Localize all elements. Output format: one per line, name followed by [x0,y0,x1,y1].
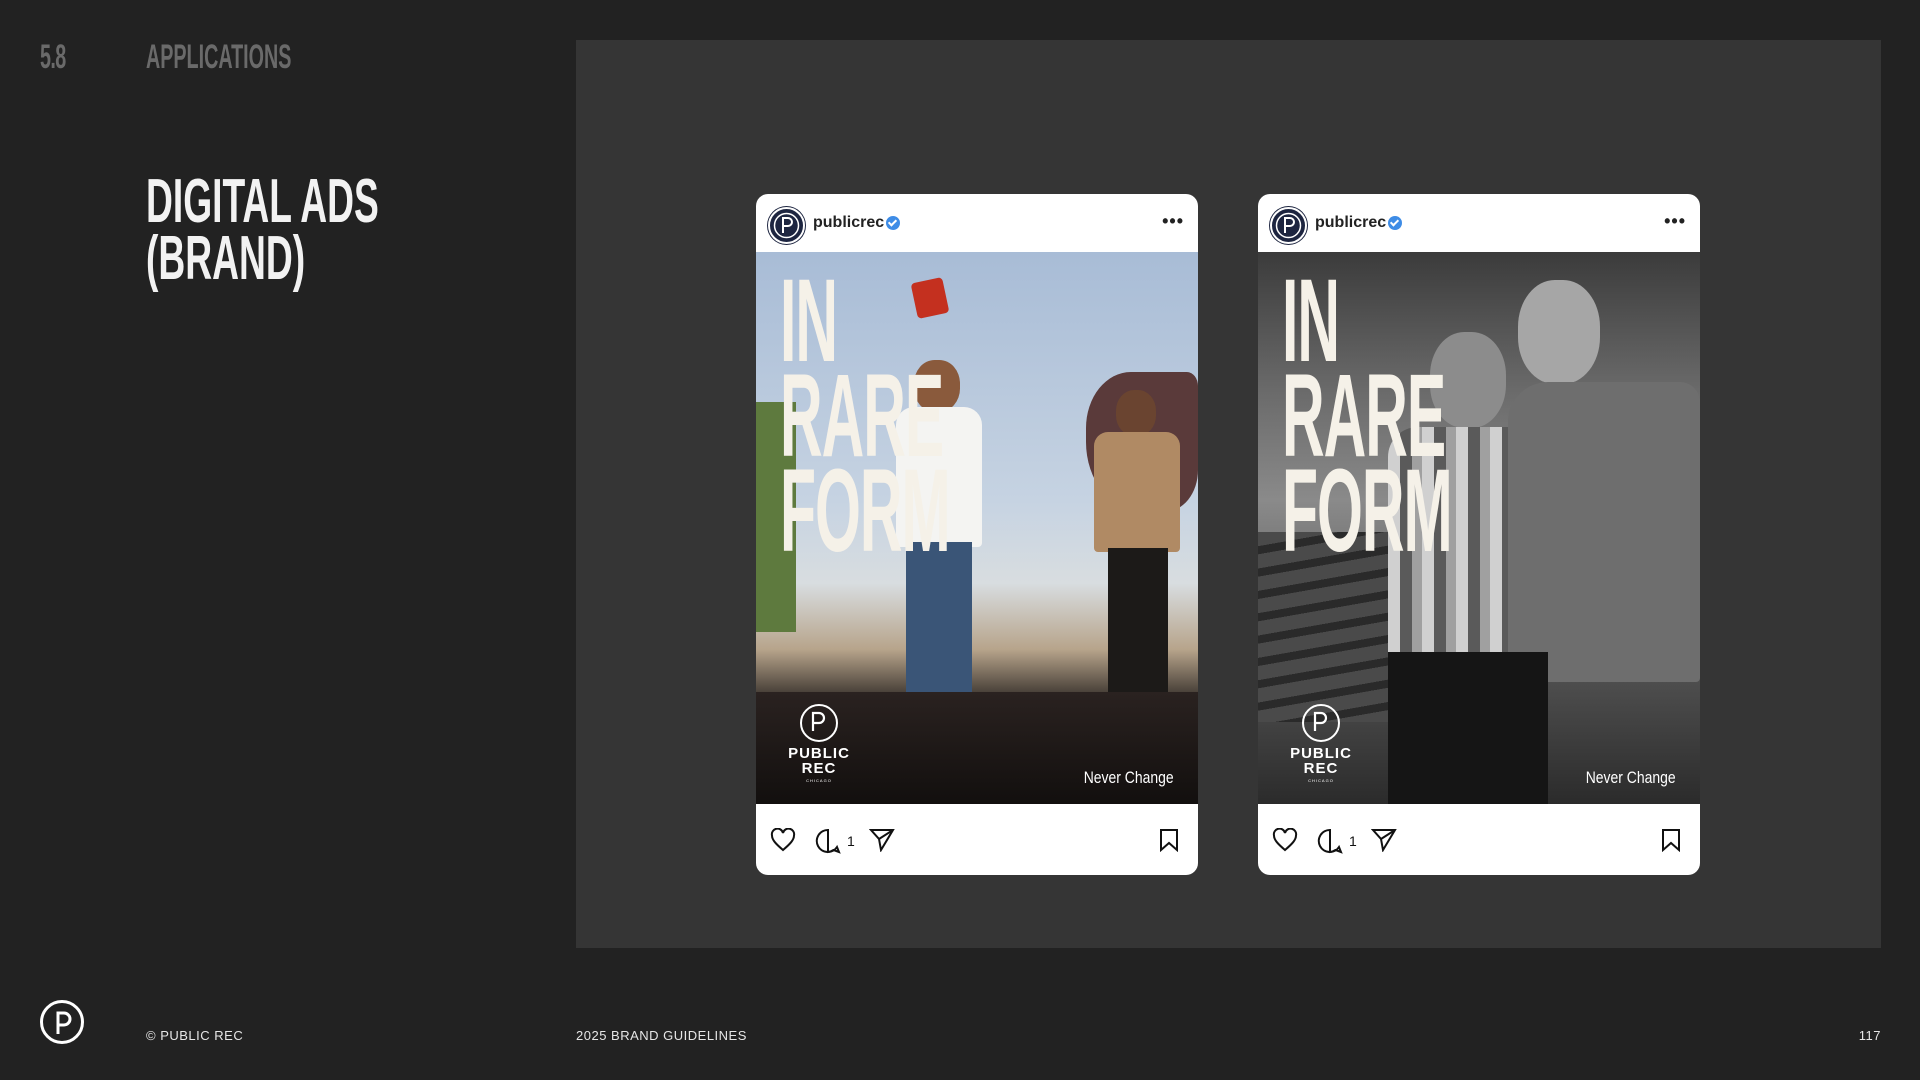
p-logo-icon [773,212,800,239]
share-icon[interactable] [869,828,895,852]
brand-word: PUBLIC [788,745,850,762]
post-header: publicrec ••• [756,194,1198,252]
account-handle[interactable]: publicrec [1315,214,1386,232]
heart-icon[interactable] [770,828,796,852]
brand-word: REC [1303,760,1339,777]
verified-icon [886,216,900,230]
comment-count: 1 [847,833,855,849]
brand-word: PUBLIC [1290,745,1352,762]
ad-headline: IN RARE FORM [780,262,951,577]
post-actions: 1 [1258,804,1700,875]
post-actions: 1 [756,804,1198,875]
brand-logo: PUBLIC REC CHICAGO [774,704,864,783]
more-icon[interactable]: ••• [1162,211,1184,232]
avatar[interactable] [1270,207,1307,244]
person-2-pants [1108,548,1168,708]
ad-tagline: Never Change [1586,768,1676,787]
footer-doc-title: 2025 BRAND GUIDELINES [576,1028,747,1043]
comment-count: 1 [1349,833,1357,849]
comment-icon[interactable] [1317,828,1343,854]
person-2-head [1116,390,1156,436]
p-logo-icon [1275,212,1302,239]
brand-logo: PUBLIC REC CHICAGO [1276,704,1366,783]
instagram-post-1: publicrec ••• IN RARE FORM PUBLIC REC CH… [756,194,1198,875]
ad-photo: IN RARE FORM PUBLIC REC CHICAGO Never Ch… [1258,252,1700,804]
ad-headline-line: FORM [780,445,951,577]
p-logo-icon [800,704,838,742]
page-heading-line-1: DIGITAL ADS [146,167,379,236]
ad-headline-line: FORM [1282,445,1453,577]
page-heading: DIGITAL ADS (BRAND) [146,167,379,293]
person-pants [1388,652,1548,804]
instagram-post-2: publicrec ••• IN RARE FORM PUBLIC REC CH… [1258,194,1700,875]
avatar[interactable] [768,207,805,244]
account-handle[interactable]: publicrec [813,214,884,232]
footer-copyright: © PUBLIC REC [146,1028,244,1043]
ad-headline: IN RARE FORM [1282,262,1453,577]
person-2-shirt [1508,382,1700,682]
page-number: 117 [1858,1028,1881,1043]
post-header: publicrec ••• [1258,194,1700,252]
section-title: APPLICATIONS [146,38,292,76]
bookmark-icon[interactable] [1158,828,1180,852]
more-icon[interactable]: ••• [1664,211,1686,232]
person-2-head [1518,280,1600,384]
footer-logo [40,1000,84,1044]
heart-icon[interactable] [1272,828,1298,852]
bookmark-icon[interactable] [1660,828,1682,852]
p-logo-icon [1302,704,1340,742]
page-heading-line-2: (BRAND) [146,224,306,293]
brand-word: REC [801,760,837,777]
ad-showcase-panel: publicrec ••• IN RARE FORM PUBLIC REC CH… [576,40,1881,948]
comment-icon[interactable] [815,828,841,854]
ad-photo: IN RARE FORM PUBLIC REC CHICAGO Never Ch… [756,252,1198,804]
verified-icon [1388,216,1402,230]
p-logo-icon [56,1011,72,1034]
share-icon[interactable] [1371,828,1397,852]
person-2-shirt [1094,432,1180,552]
section-number: 5.8 [40,38,66,76]
ad-tagline: Never Change [1084,768,1174,787]
brand-sub: CHICAGO [806,778,832,783]
brand-sub: CHICAGO [1308,778,1334,783]
